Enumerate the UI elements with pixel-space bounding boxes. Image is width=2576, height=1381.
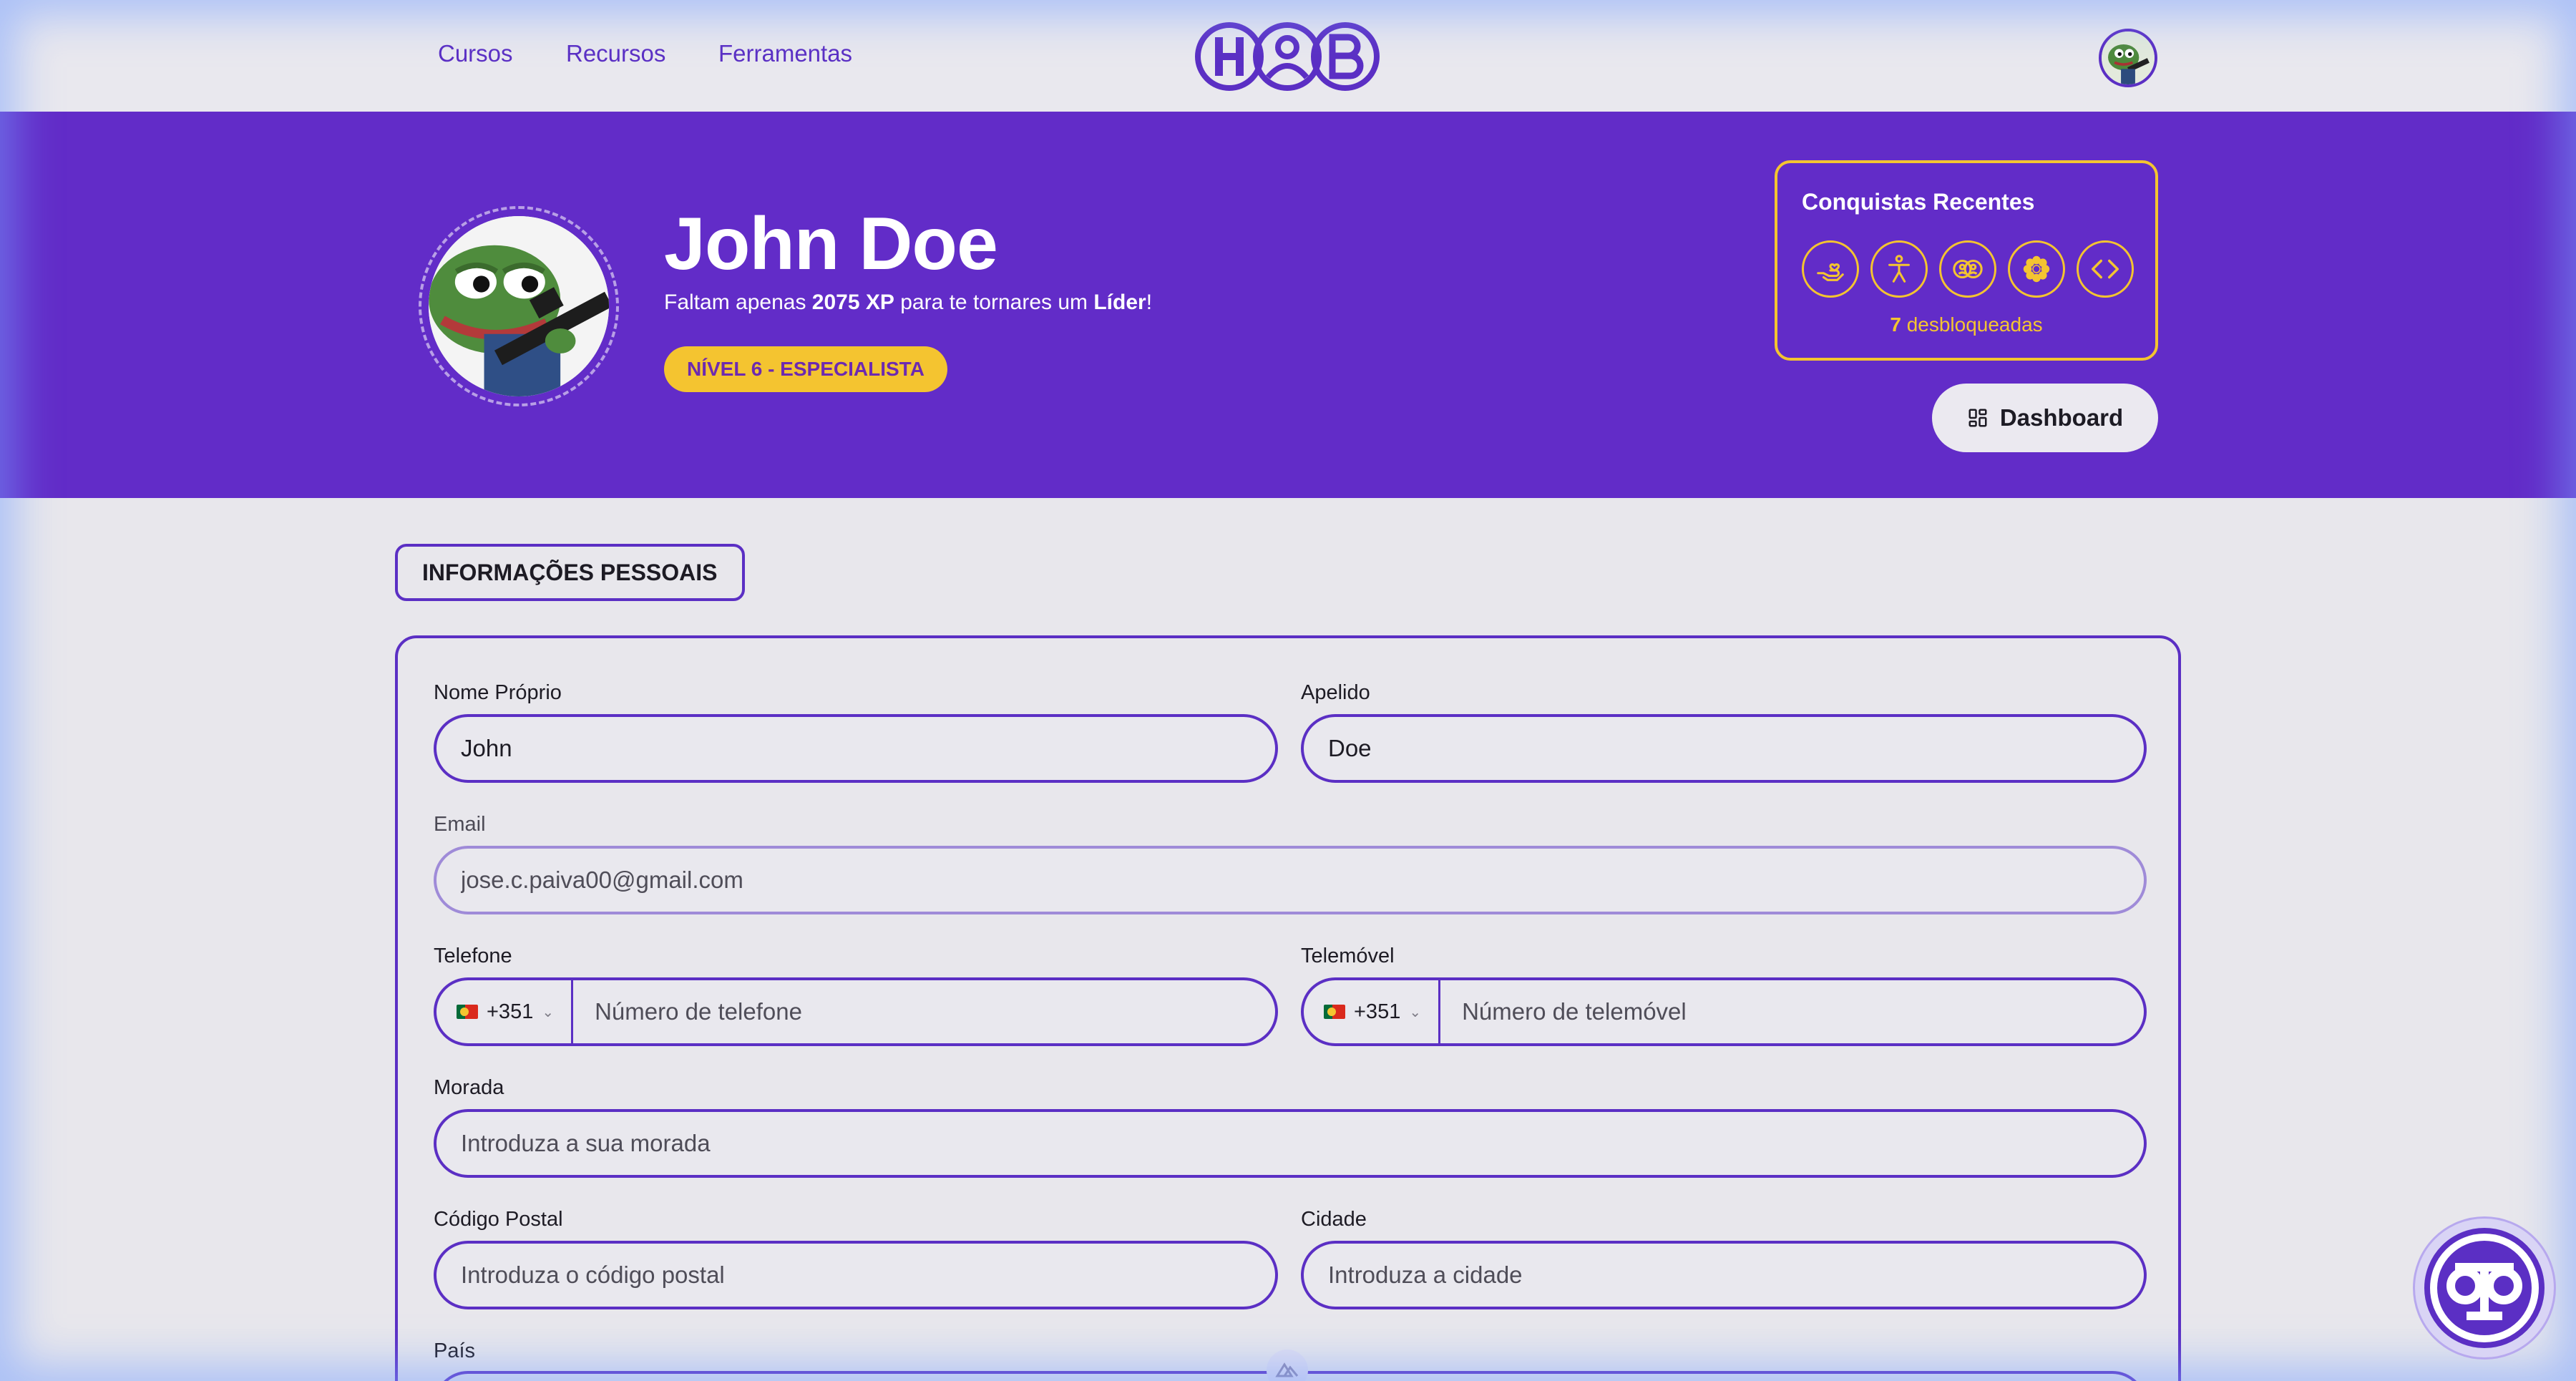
- mobile-label: Telemóvel: [1301, 945, 1395, 967]
- user-avatar-small[interactable]: [2099, 29, 2157, 87]
- accessibility-icon: [2424, 1228, 2545, 1348]
- top-navigation: Cursos Recursos Ferramentas: [0, 0, 2576, 112]
- people-icon[interactable]: [1939, 240, 1996, 298]
- mobile-country-select[interactable]: +351 ⌄: [1304, 980, 1441, 1043]
- person-icon[interactable]: [1870, 240, 1928, 298]
- level-badge: NÍVEL 6 - ESPECIALISTA: [664, 346, 947, 392]
- phone-country-select[interactable]: +351 ⌄: [436, 980, 574, 1043]
- last-name-label: Apelido: [1301, 681, 1370, 704]
- city-input[interactable]: [1301, 1241, 2147, 1309]
- personal-info-form: Nome Próprio Apelido Email Telefone +351…: [395, 635, 2181, 1381]
- email-label: Email: [434, 813, 486, 836]
- nav-link-recursos[interactable]: Recursos: [566, 40, 665, 67]
- portugal-flag-icon: [457, 1005, 478, 1019]
- portugal-flag-icon: [1324, 1005, 1345, 1019]
- user-name: John Doe: [664, 202, 998, 286]
- postal-code-input[interactable]: [434, 1241, 1278, 1309]
- grid-icon: [1968, 409, 1987, 427]
- hand-heart-icon[interactable]: [1802, 240, 1859, 298]
- first-name-label: Nome Próprio: [434, 681, 562, 704]
- achievements-count: 7 desbloqueadas: [1890, 313, 2043, 336]
- first-name-input[interactable]: [434, 714, 1278, 783]
- phone-label: Telefone: [434, 945, 512, 967]
- mobile-input[interactable]: [1440, 980, 2144, 1043]
- chevron-down-icon: ⌄: [542, 1004, 555, 1020]
- next-rank: Líder: [1093, 291, 1146, 314]
- code-icon[interactable]: [2077, 240, 2134, 298]
- dashboard-button-label: Dashboard: [1999, 404, 2124, 431]
- hob-logo[interactable]: [1194, 20, 1381, 93]
- mobile-field: +351 ⌄: [1301, 977, 2147, 1046]
- section-tab-personal-info[interactable]: INFORMAÇÕES PESSOAIS: [395, 544, 745, 601]
- xp-progress-text: Faltam apenas 2075 XP para te tornares u…: [664, 291, 1153, 314]
- accessibility-widget-button[interactable]: [2413, 1216, 2556, 1360]
- achievements-card[interactable]: Conquistas Recentes 7 desbloqueadas: [1775, 160, 2158, 361]
- phone-input[interactable]: [573, 980, 1275, 1043]
- phone-field: +351 ⌄: [434, 977, 1278, 1046]
- country-label: País: [434, 1339, 476, 1362]
- chevron-down-icon: ⌄: [1409, 1004, 1422, 1020]
- nav-link-ferramentas[interactable]: Ferramentas: [718, 40, 852, 67]
- flower-icon[interactable]: [2008, 240, 2065, 298]
- city-label: Cidade: [1301, 1208, 1367, 1231]
- address-input[interactable]: [434, 1109, 2147, 1178]
- xp-value: 2075 XP: [811, 291, 894, 314]
- dashboard-button[interactable]: Dashboard: [1932, 384, 2158, 452]
- last-name-input[interactable]: [1301, 714, 2147, 783]
- nav-link-cursos[interactable]: Cursos: [438, 40, 513, 67]
- achievements-title: Conquistas Recentes: [1802, 189, 2035, 215]
- profile-banner: John Doe Faltam apenas 2075 XP para te t…: [0, 112, 2576, 498]
- user-avatar-large[interactable]: [419, 206, 619, 406]
- address-label: Morada: [434, 1076, 504, 1099]
- postal-code-label: Código Postal: [434, 1208, 563, 1231]
- email-input: [434, 846, 2147, 914]
